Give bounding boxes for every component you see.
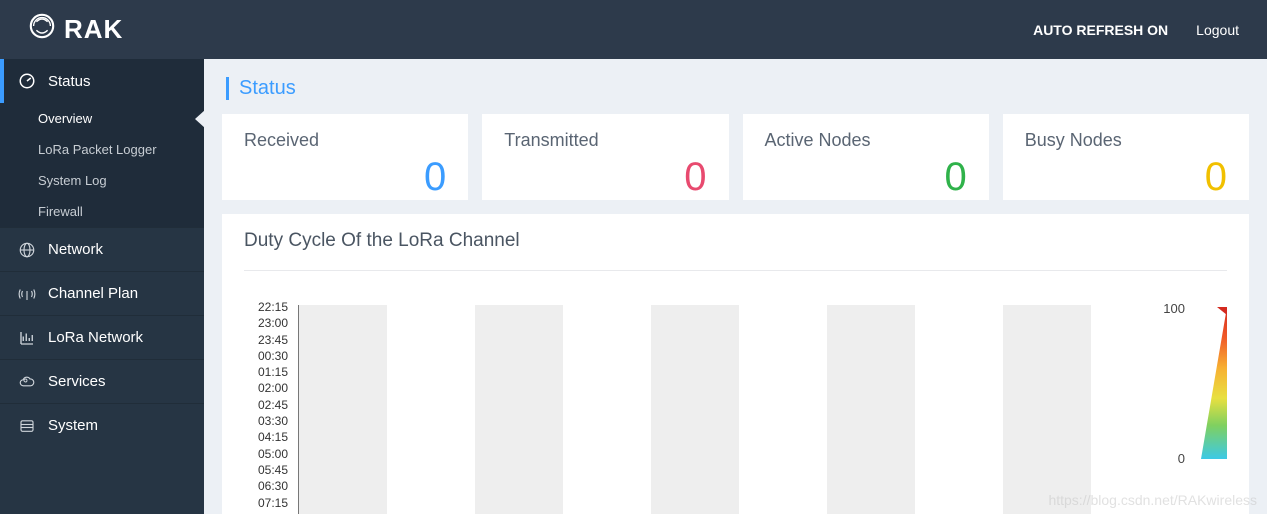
y-tick: 00:30 bbox=[244, 348, 288, 364]
duty-cycle-panel: Duty Cycle Of the LoRa Channel 22:1523:0… bbox=[222, 214, 1249, 514]
y-tick: 22:15 bbox=[244, 299, 288, 315]
logout-link[interactable]: Logout bbox=[1196, 22, 1239, 38]
stats-cards: Received 0 Transmitted 0 Active Nodes 0 … bbox=[222, 114, 1249, 200]
sidebar-sub-label: Firewall bbox=[38, 204, 83, 219]
sidebar-sub-packet-logger[interactable]: LoRa Packet Logger bbox=[0, 134, 204, 165]
sidebar-item-system[interactable]: System bbox=[0, 403, 204, 447]
sidebar-item-lora-network[interactable]: LoRa Network bbox=[0, 315, 204, 359]
sidebar-item-label: System bbox=[48, 417, 98, 434]
card-label: Received bbox=[244, 130, 446, 151]
sidebar-sub-label: LoRa Packet Logger bbox=[38, 142, 157, 157]
card-busy-nodes: Busy Nodes 0 bbox=[1003, 114, 1249, 200]
sidebar-sub-firewall[interactable]: Firewall bbox=[0, 196, 204, 227]
sidebar-item-services[interactable]: Services bbox=[0, 359, 204, 403]
duty-cycle-chart: 22:1523:0023:4500:3001:1502:0002:4503:30… bbox=[244, 299, 1227, 514]
antenna-icon bbox=[18, 285, 36, 303]
header: RAK AUTO REFRESH ON Logout bbox=[0, 0, 1267, 59]
rak-logo-icon bbox=[28, 12, 56, 47]
card-label: Busy Nodes bbox=[1025, 130, 1227, 151]
cloud-icon bbox=[18, 373, 36, 391]
y-tick: 07:15 bbox=[244, 495, 288, 511]
y-tick: 05:45 bbox=[244, 462, 288, 478]
y-tick: 03:30 bbox=[244, 413, 288, 429]
auto-refresh-toggle[interactable]: AUTO REFRESH ON bbox=[1033, 22, 1168, 38]
page-title: Status bbox=[226, 77, 1249, 100]
y-tick: 04:15 bbox=[244, 429, 288, 445]
legend-gradient-icon bbox=[1193, 307, 1227, 459]
sidebar-item-channel-plan[interactable]: Channel Plan bbox=[0, 271, 204, 315]
card-label: Transmitted bbox=[504, 130, 706, 151]
globe-icon bbox=[18, 241, 36, 259]
y-tick: 01:15 bbox=[244, 364, 288, 380]
y-tick: 06:30 bbox=[244, 478, 288, 494]
card-value: 0 bbox=[945, 157, 967, 197]
chart-icon bbox=[18, 329, 36, 347]
sidebar-sub-overview[interactable]: Overview bbox=[0, 103, 204, 134]
sidebar-sub-label: Overview bbox=[38, 111, 92, 126]
sidebar-item-label: Services bbox=[48, 373, 106, 390]
card-value: 0 bbox=[684, 157, 706, 197]
sidebar-item-network[interactable]: Network bbox=[0, 227, 204, 271]
chart-plot-area bbox=[298, 299, 1147, 514]
card-active-nodes: Active Nodes 0 bbox=[743, 114, 989, 200]
sidebar-sub-system-log[interactable]: System Log bbox=[0, 165, 204, 196]
sidebar-item-label: LoRa Network bbox=[48, 329, 143, 346]
sidebar-item-label: Status bbox=[48, 73, 91, 90]
sidebar: Status Overview LoRa Packet Logger Syste… bbox=[0, 59, 204, 514]
brand-text: RAK bbox=[64, 14, 123, 45]
brand-logo: RAK bbox=[28, 12, 123, 47]
card-label: Active Nodes bbox=[765, 130, 967, 151]
system-icon bbox=[18, 417, 36, 435]
y-tick: 02:45 bbox=[244, 397, 288, 413]
main-content: Status Received 0 Transmitted 0 Active N… bbox=[204, 59, 1267, 514]
panel-title: Duty Cycle Of the LoRa Channel bbox=[244, 230, 1227, 271]
sidebar-item-label: Network bbox=[48, 241, 103, 258]
sidebar-item-label: Channel Plan bbox=[48, 285, 138, 302]
card-received: Received 0 bbox=[222, 114, 468, 200]
chart-y-axis: 22:1523:0023:4500:3001:1502:0002:4503:30… bbox=[244, 299, 294, 511]
y-tick: 05:00 bbox=[244, 446, 288, 462]
gauge-icon bbox=[18, 72, 36, 90]
sidebar-item-status[interactable]: Status bbox=[0, 59, 204, 103]
y-tick: 02:00 bbox=[244, 380, 288, 396]
legend-max: 100 bbox=[1163, 301, 1185, 316]
card-transmitted: Transmitted 0 bbox=[482, 114, 728, 200]
sidebar-sub-label: System Log bbox=[38, 173, 107, 188]
y-tick: 23:45 bbox=[244, 332, 288, 348]
legend-min: 0 bbox=[1178, 451, 1185, 466]
card-value: 0 bbox=[424, 157, 446, 197]
y-tick: 23:00 bbox=[244, 315, 288, 331]
card-value: 0 bbox=[1205, 157, 1227, 197]
